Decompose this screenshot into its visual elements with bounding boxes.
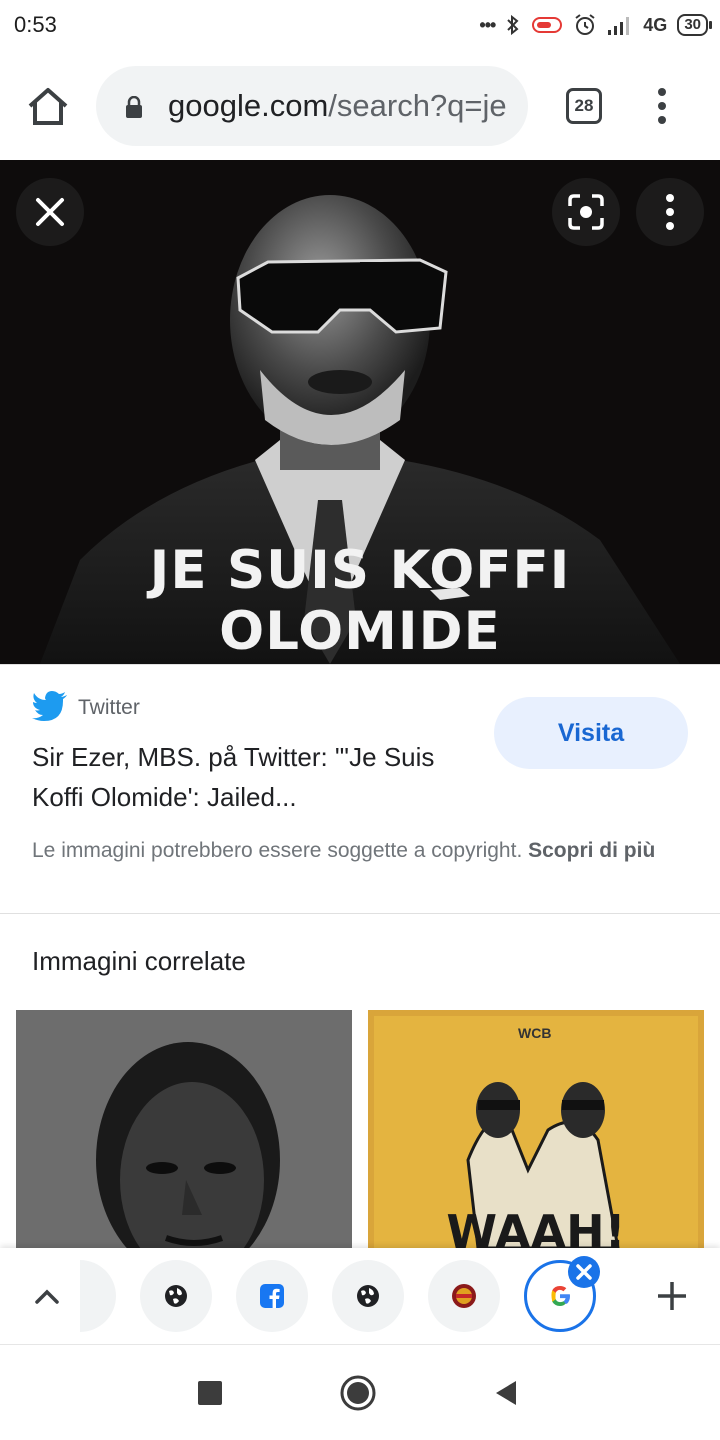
battery-indicator: 30: [677, 14, 712, 36]
status-icons: ••• 4G 30: [479, 10, 712, 40]
notification-dots: •••: [479, 14, 496, 35]
vertical-dots-icon: [666, 194, 674, 230]
system-nav-bar: [0, 1344, 720, 1440]
facebook-icon: [260, 1284, 284, 1308]
close-button[interactable]: [16, 178, 84, 246]
new-tab-plus-icon[interactable]: [654, 1278, 690, 1314]
status-time: 0:53: [14, 12, 57, 37]
album-logo: WCB: [518, 1025, 551, 1041]
related-image-thumb[interactable]: WCB WAAH!: [368, 1010, 704, 1248]
bluetooth-icon: [507, 14, 519, 36]
lens-icon: [568, 194, 604, 230]
source-name[interactable]: Twitter: [78, 696, 140, 720]
tab-chip-globe[interactable]: [140, 1260, 212, 1332]
related-images-title: Immagini correlate: [32, 946, 246, 976]
close-icon: [36, 198, 64, 226]
tab-chip-facebook[interactable]: [236, 1260, 308, 1332]
network-type: 4G: [643, 14, 668, 35]
close-tab-button[interactable]: [568, 1256, 600, 1288]
tab-strip: [0, 1248, 720, 1344]
album-title: WAAH!: [446, 1205, 625, 1248]
twitter-bird-icon: [32, 691, 67, 721]
recent-apps-button[interactable]: [198, 1381, 222, 1405]
back-nav-icon[interactable]: [494, 1379, 518, 1407]
related-album-art-image: WCB WAAH!: [368, 1010, 704, 1248]
more-menu-icon[interactable]: [650, 86, 674, 126]
globe-icon: [165, 1285, 187, 1307]
copyright-text: Le immagini potrebbero essere soggette a…: [32, 839, 523, 862]
url-domain: google.com: [168, 88, 329, 123]
tab-switcher-button[interactable]: 28: [566, 88, 602, 124]
url-text: google.com/search?q=je: [168, 88, 513, 124]
site-logo-icon: [452, 1284, 476, 1308]
signal-icon: [608, 17, 630, 35]
url-path: /search?q=je: [328, 88, 507, 123]
globe-icon: [357, 1285, 379, 1307]
tab-chip-site[interactable]: [428, 1260, 500, 1332]
home-nav-icon[interactable]: [340, 1375, 376, 1411]
lock-icon: [126, 96, 142, 118]
image-source-card: Twitter Sir Ezer, MBS. på Twitter: "'Je …: [0, 664, 720, 914]
learn-more-link[interactable]: Scopri di più: [528, 839, 655, 862]
image-more-button[interactable]: [636, 178, 704, 246]
image-caption: JE SUIS KOFFI OLOMIDE: [149, 540, 571, 662]
url-bar[interactable]: google.com/search?q=je: [96, 66, 528, 146]
chevron-up-icon[interactable]: [30, 1280, 64, 1314]
alarm-icon: [575, 14, 595, 35]
related-portrait-image: [16, 1010, 352, 1248]
image-preview[interactable]: JE SUIS KOFFI OLOMIDE: [0, 160, 720, 664]
lens-search-button[interactable]: [552, 178, 620, 246]
visit-button[interactable]: Visita: [494, 697, 688, 769]
result-title[interactable]: Sir Ezer, MBS. på Twitter: "'Je Suis Kof…: [32, 737, 472, 817]
tab-chip-globe[interactable]: [332, 1260, 404, 1332]
close-icon: [576, 1264, 592, 1280]
status-bar: 0:53 ••• 4G 30: [0, 0, 720, 52]
copyright-notice: Le immagini potrebbero essere soggette a…: [32, 835, 692, 867]
home-icon[interactable]: [26, 86, 70, 126]
browser-toolbar: google.com/search?q=je 28: [0, 52, 720, 160]
do-not-disturb-icon: [532, 17, 563, 33]
related-image-thumb[interactable]: [16, 1010, 352, 1248]
